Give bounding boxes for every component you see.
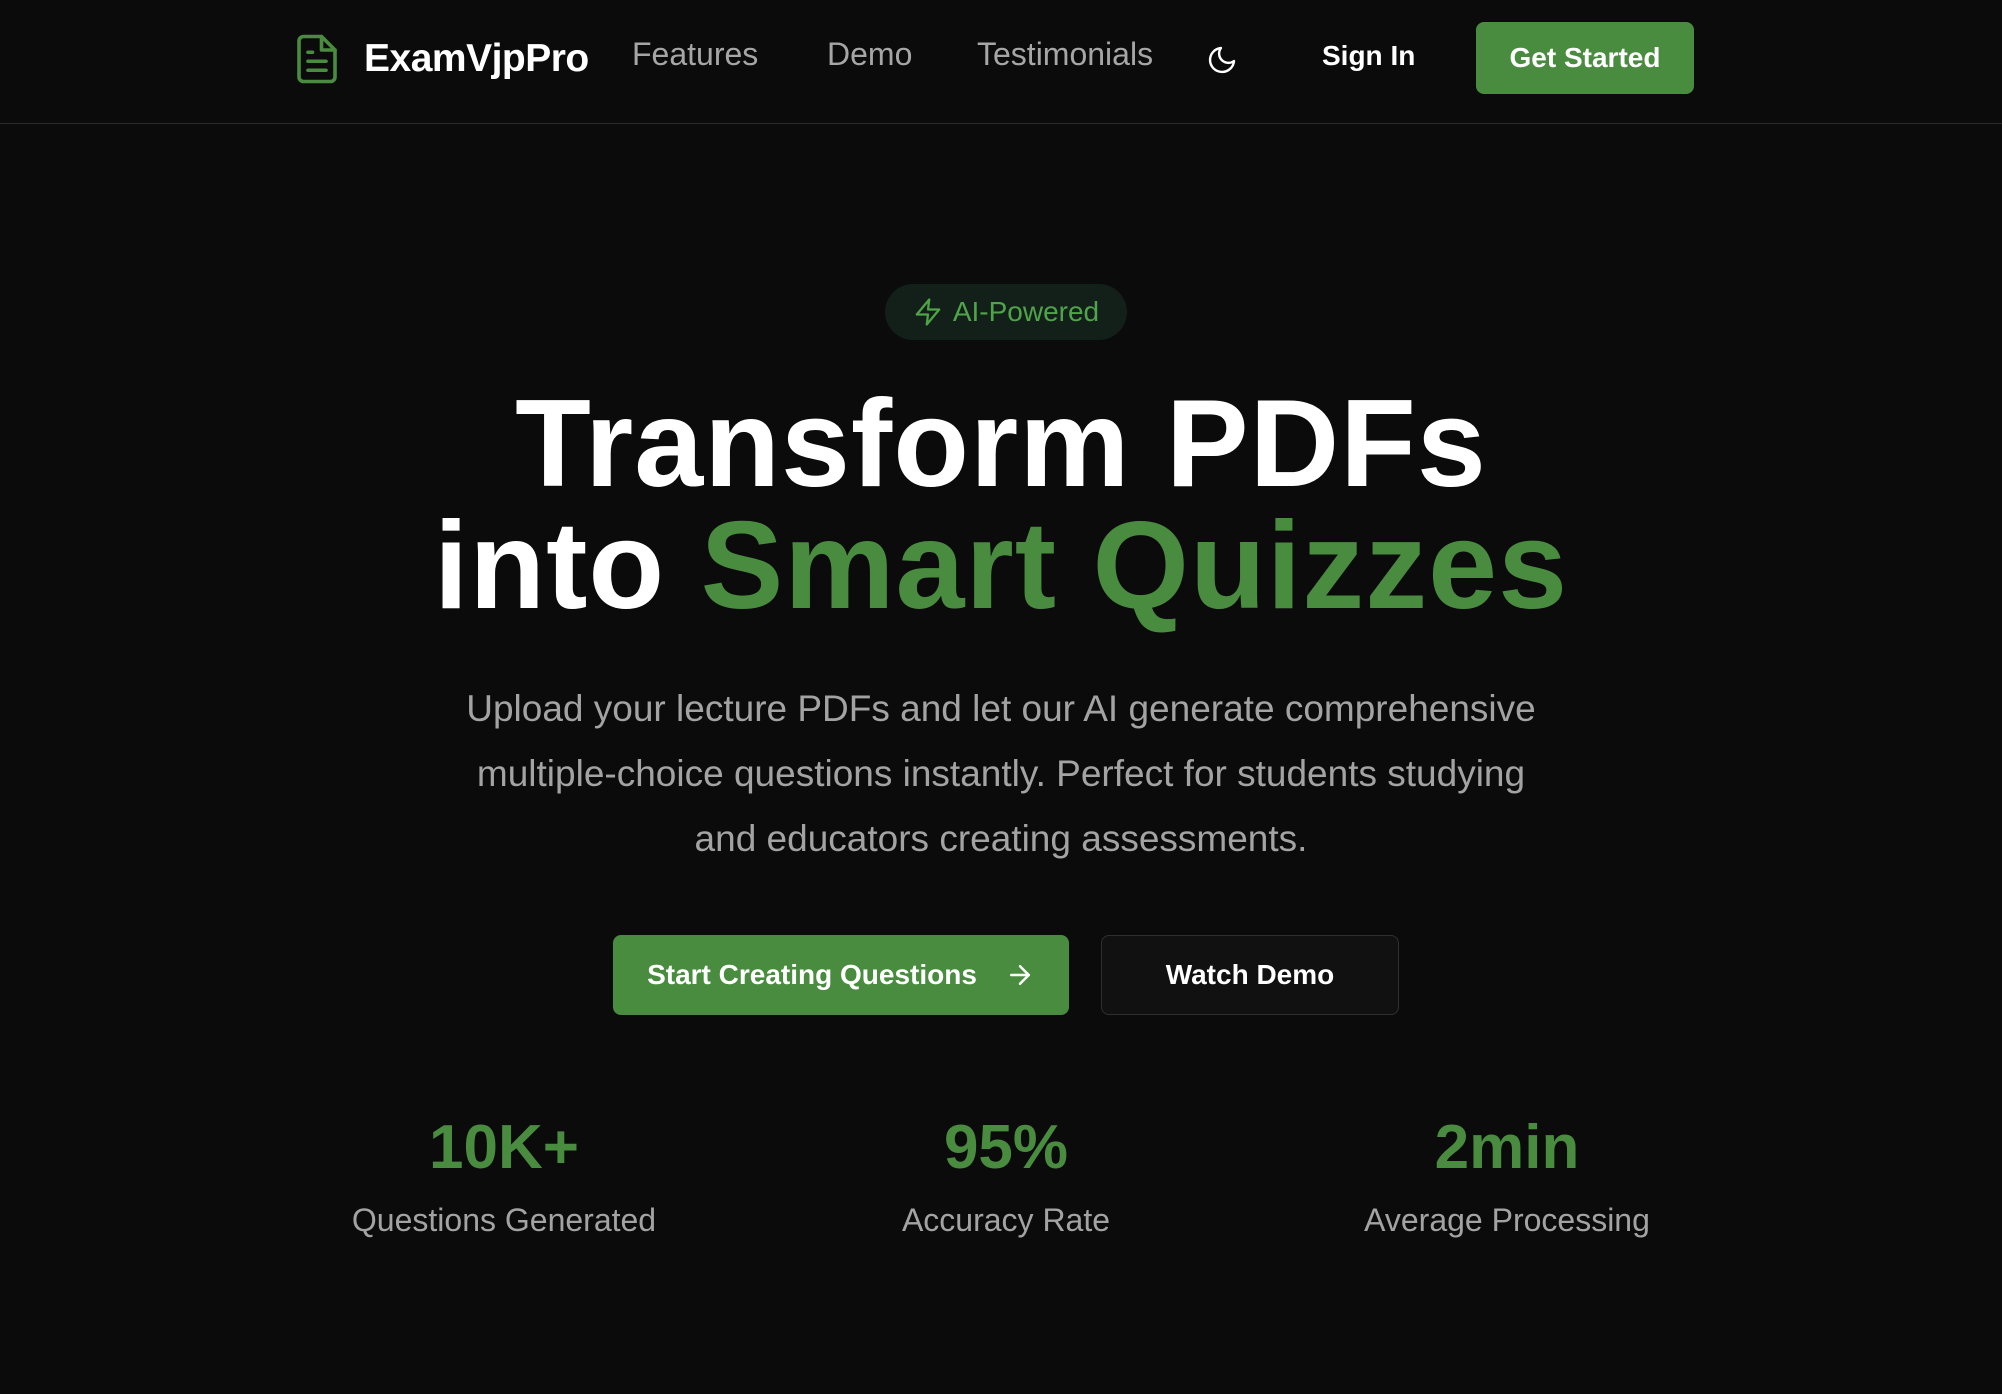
brand-logo-link[interactable]: ExamVjpPro: [290, 25, 589, 93]
nav-link-features[interactable]: Features: [632, 36, 758, 73]
stat-label: Questions Generated: [351, 1202, 657, 1238]
stat-label: Average Processing: [1364, 1202, 1650, 1238]
stat-accuracy-rate: 95% Accuracy Rate: [796, 1108, 1216, 1240]
badge-label: AI-Powered: [952, 296, 1100, 327]
sign-in-button[interactable]: Sign In: [1322, 40, 1415, 72]
stat-value: 2min: [1434, 1113, 1580, 1182]
stat-questions-generated: 10K+ Questions Generated: [294, 1108, 714, 1240]
nav-link-testimonials[interactable]: Testimonials: [977, 36, 1153, 73]
arrow-right-icon: [1009, 965, 1030, 985]
site-header: ExamVjpPro Features Demo Testimonials Si…: [0, 0, 2002, 124]
watch-demo-button[interactable]: Watch Demo: [1101, 935, 1399, 1015]
headline-line-1: Transform PDFs: [515, 375, 1487, 513]
moon-icon: [1208, 46, 1236, 74]
document-icon: [297, 34, 337, 84]
headline-line-2-plain: into: [433, 497, 666, 635]
hero-headline: Transform PDFs into Smart Quizzes: [0, 382, 2002, 628]
lightning-icon: [915, 298, 941, 326]
get-started-button[interactable]: Get Started: [1476, 22, 1694, 94]
headline-line-2-accent: Smart Quizzes: [700, 497, 1569, 635]
theme-toggle-button[interactable]: [1200, 38, 1244, 82]
stat-value: 95%: [943, 1113, 1069, 1182]
stat-value: 10K+: [429, 1113, 579, 1182]
start-creating-questions-label: Start Creating Questions: [647, 959, 977, 990]
start-creating-questions-button[interactable]: Start Creating Questions: [613, 935, 1069, 1015]
stat-average-processing: 2min Average Processing: [1297, 1108, 1717, 1240]
brand-name: ExamVjpPro: [364, 37, 589, 80]
stat-label: Accuracy Rate: [901, 1202, 1111, 1238]
hero-subtitle: Upload your lecture PDFs and let our AI …: [466, 688, 1536, 859]
nav-link-demo[interactable]: Demo: [827, 36, 912, 73]
ai-powered-badge: AI-Powered: [885, 284, 1127, 340]
